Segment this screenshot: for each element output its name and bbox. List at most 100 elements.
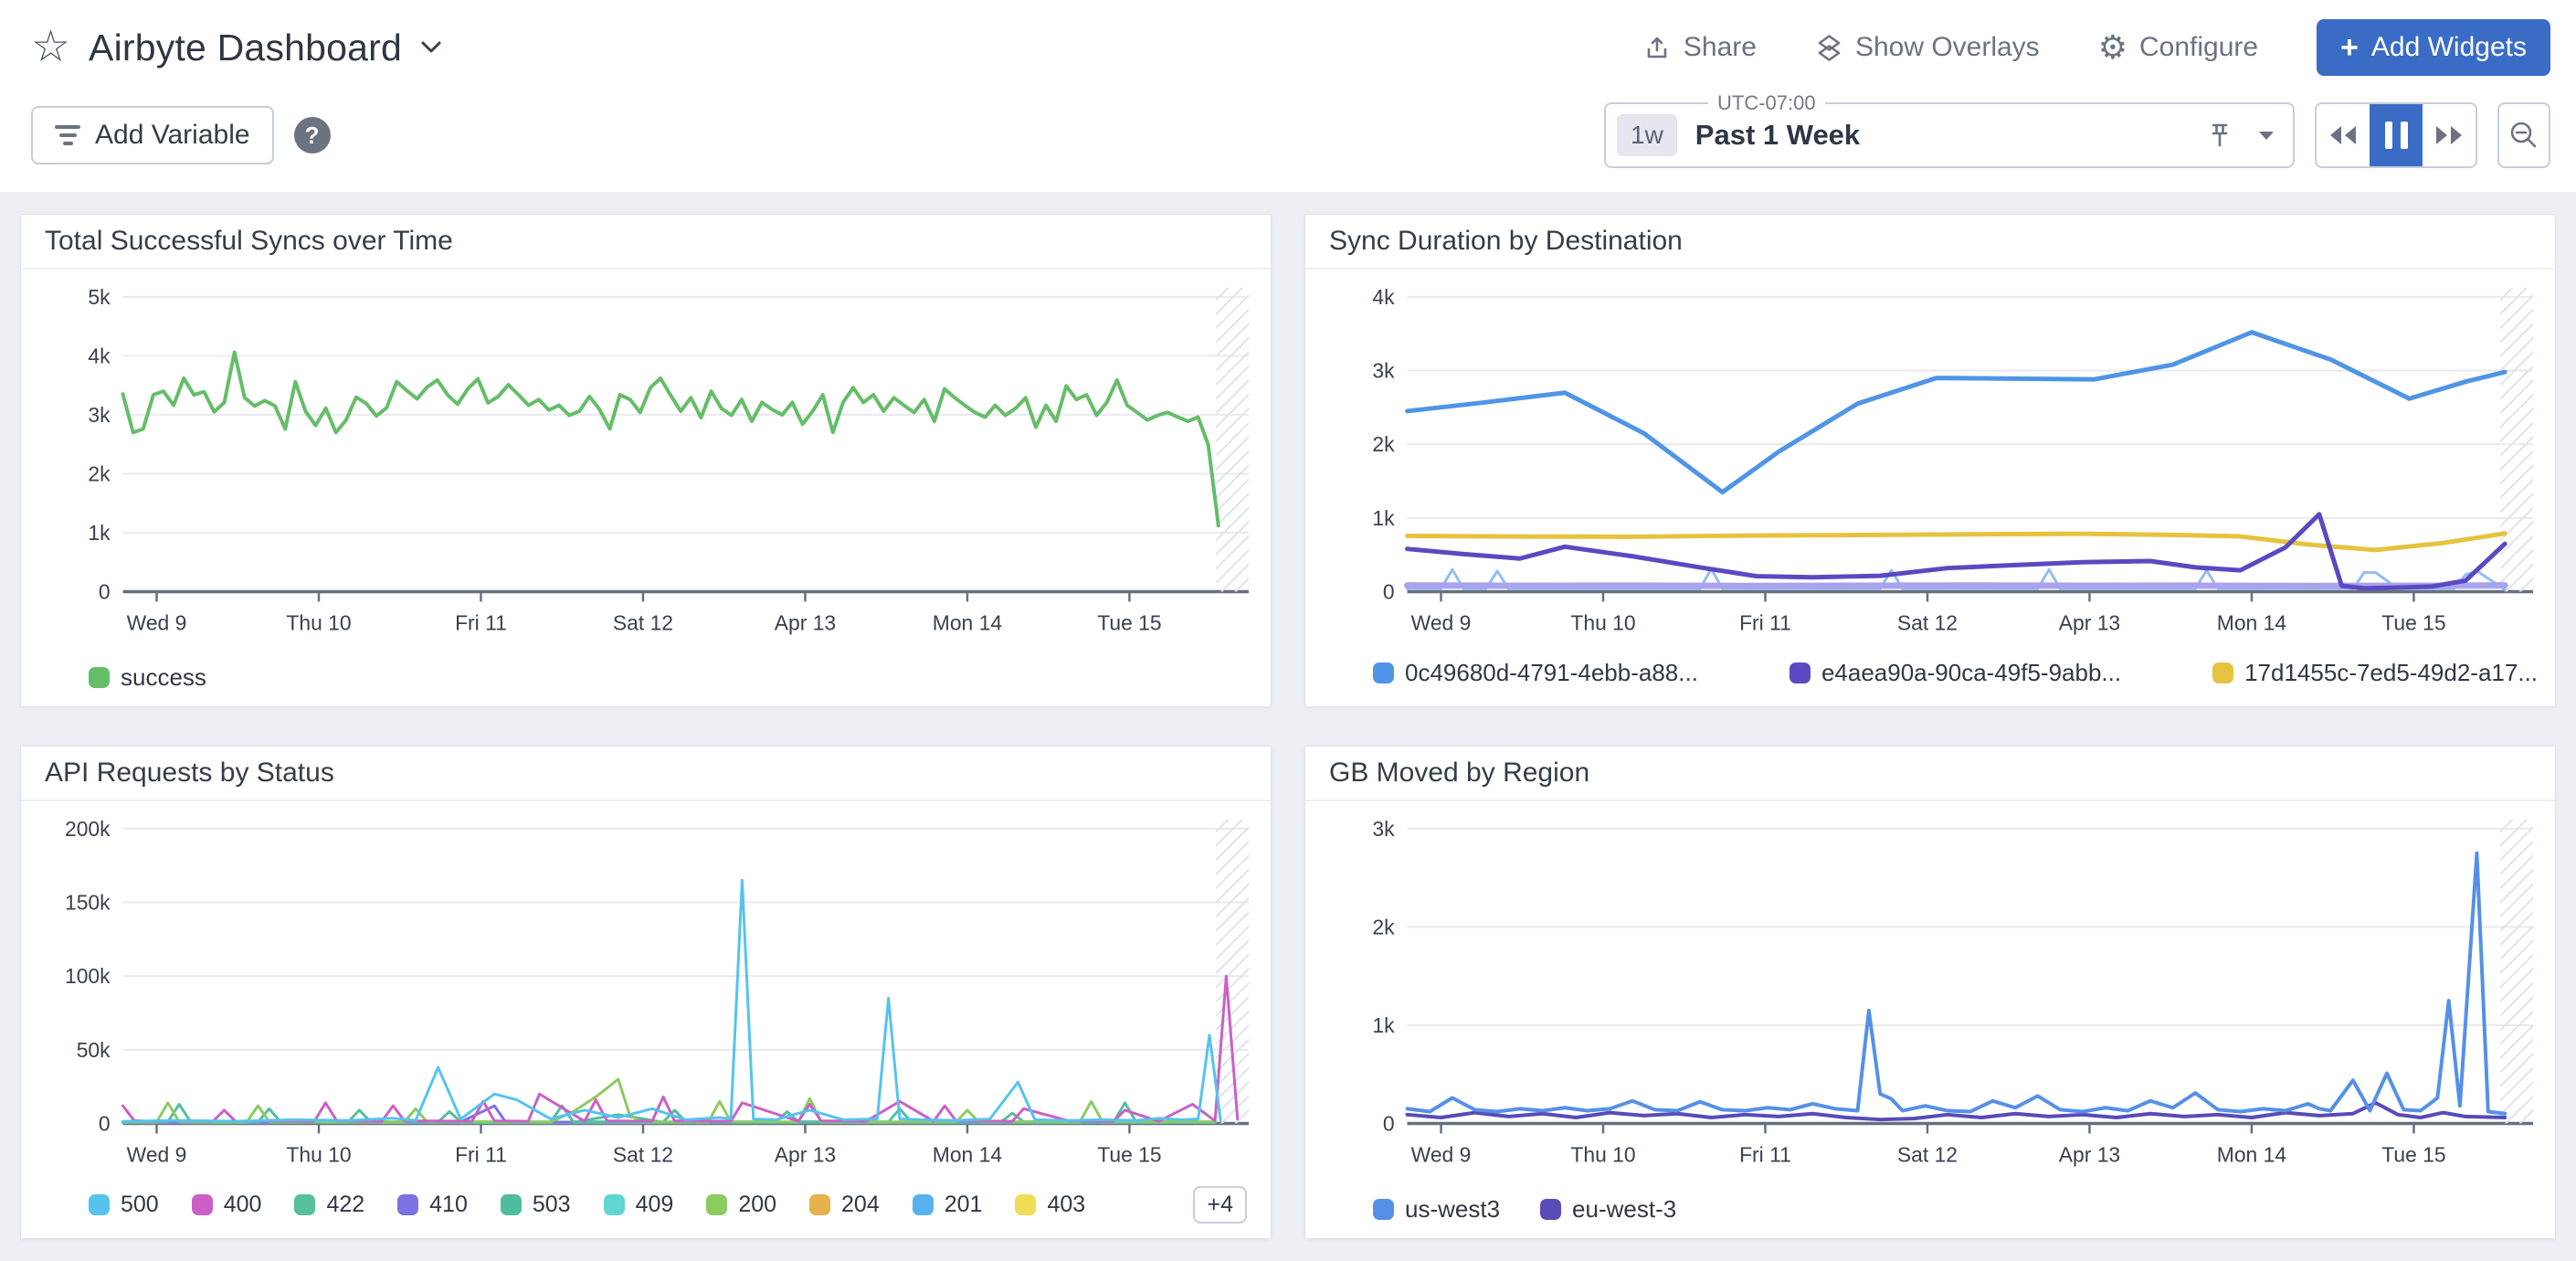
legend-label: 400 [224,1192,262,1218]
legend-item[interactable]: 503 [501,1192,571,1218]
line-chart[interactable]: 5k4k3k2k1k0Wed 9Thu 10Fri 11Sat 12Apr 13… [21,277,1271,648]
x-tick-label: Tue 15 [1097,610,1161,634]
x-tick-label: Fri 11 [455,1142,507,1166]
legend-label: 204 [841,1192,880,1218]
legend-item[interactable]: 409 [604,1192,674,1218]
configure-label: Configure [2139,32,2258,63]
zoom-out-icon [2507,119,2540,152]
widget-title[interactable]: GB Moved by Region [1305,747,2555,801]
chart-canvas[interactable]: 200k150k100k50k0Wed 9Thu 10Fri 11Sat 12A… [21,809,1271,1180]
line-chart[interactable]: 3k2k1k0Wed 9Thu 10Fri 11Sat 12Apr 13Mon … [1305,809,2555,1180]
legend-swatch [706,1194,727,1215]
line-chart[interactable]: 200k150k100k50k0Wed 9Thu 10Fri 11Sat 12A… [21,809,1271,1180]
widget-title[interactable]: Sync Duration by Destination [1305,215,2555,270]
zoom-out-button[interactable] [2497,102,2550,168]
time-range-picker[interactable]: UTC-07:00 1w Past 1 Week [1604,102,2295,168]
legend-swatch [89,1194,110,1215]
legend-item[interactable]: eu-west-3 [1540,1195,1676,1224]
legend-item[interactable]: 201 [913,1192,983,1218]
x-tick-label: Wed 9 [127,1142,187,1166]
show-overlays-button[interactable]: Show Overlays [1815,32,2040,63]
live-edge-hatch [2500,820,2533,1124]
configure-button[interactable]: ⚙ Configure [2098,31,2258,64]
x-tick-label: Thu 10 [1570,1142,1635,1166]
legend-item[interactable]: success [89,663,206,692]
x-tick-label: Wed 9 [1411,610,1472,634]
add-widgets-button[interactable]: + Add Widgets [2317,19,2550,76]
y-tick-label: 1k [88,521,111,545]
legend-label: e4aea90a-90ca-49f5-9abb... [1821,659,2121,687]
x-tick-label: Sat 12 [613,1142,673,1166]
chart-legend: 0c49680d-4791-4ebb-a88... e4aea90a-90ca-4… [1373,654,2531,692]
y-tick-label: 0 [1383,1111,1395,1135]
x-tick-label: Fri 11 [455,610,507,634]
widget-sync-duration: Sync Duration by Destination 4k3k2k1k0We… [1304,214,2556,707]
legend-item[interactable]: 204 [809,1192,880,1218]
legend-swatch [501,1194,522,1215]
y-tick-label: 0 [1383,579,1395,603]
chart-canvas[interactable]: 4k3k2k1k0Wed 9Thu 10Fri 11Sat 12Apr 13Mo… [1305,277,2555,648]
chart-legend: us-west3 eu-west-3 [1373,1195,2531,1224]
legend-item[interactable]: 0c49680d-4791-4ebb-a88... [1373,659,1698,687]
y-tick-label: 100k [65,964,111,988]
y-tick-label: 150k [65,891,111,915]
y-tick-label: 4k [88,344,111,367]
header: ☆ Airbyte Dashboard Share Show Overlays … [0,0,2576,192]
chart-canvas[interactable]: 5k4k3k2k1k0Wed 9Thu 10Fri 11Sat 12Apr 13… [21,277,1271,648]
timezone-label: UTC-07:00 [1708,91,1825,115]
y-tick-label: 3k [1372,817,1395,841]
line-chart[interactable]: 4k3k2k1k0Wed 9Thu 10Fri 11Sat 12Apr 13Mo… [1305,277,2555,648]
legend-item[interactable]: 422 [294,1192,364,1218]
time-forward-button[interactable] [2423,104,2476,166]
y-tick-label: 1k [1372,1013,1395,1037]
pause-button[interactable] [2370,104,2423,166]
time-backward-button[interactable] [2317,104,2370,166]
plus-icon: + [2340,32,2359,63]
legend-item[interactable]: 410 [397,1192,468,1218]
y-tick-label: 2k [1372,915,1395,938]
x-tick-label: Sat 12 [1897,1142,1958,1166]
chart-canvas[interactable]: 3k2k1k0Wed 9Thu 10Fri 11Sat 12Apr 13Mon … [1305,809,2555,1180]
legend-item[interactable]: 200 [706,1192,776,1218]
legend-label: success [121,663,206,692]
x-tick-label: Apr 13 [775,1142,836,1166]
add-variable-button[interactable]: Add Variable [31,106,274,164]
widget-title[interactable]: Total Successful Syncs over Time [21,215,1271,270]
help-icon[interactable]: ? [294,117,331,154]
live-edge-hatch [1216,288,1249,592]
time-picker-icons [2207,122,2275,149]
caret-down-icon[interactable] [2258,131,2275,141]
legend-item[interactable]: us-west3 [1373,1195,1500,1224]
pin-icon[interactable] [2207,122,2233,149]
gear-icon: ⚙ [2098,31,2127,64]
add-variable-label: Add Variable [95,120,250,151]
legend-item[interactable]: 17d1455c-7ed5-49d2-a17... [2212,659,2538,687]
dashboard-page: ☆ Airbyte Dashboard Share Show Overlays … [0,0,2576,1261]
time-range-label: Past 1 Week [1695,119,1860,152]
legend-item[interactable]: 403 [1015,1192,1085,1218]
favorite-star-icon[interactable]: ☆ [31,26,70,69]
x-tick-label: Fri 11 [1739,610,1791,634]
x-tick-label: Apr 13 [2059,1142,2120,1166]
legend-label: 410 [429,1192,468,1218]
legend-item[interactable]: e4aea90a-90ca-49f5-9abb... [1789,659,2121,687]
legend-overflow-pill[interactable]: +4 [1193,1186,1247,1224]
time-range-shortcut[interactable]: 1w [1617,114,1677,156]
title-chevron-down-icon[interactable] [420,40,442,55]
legend-label: 403 [1047,1192,1085,1218]
share-button[interactable]: Share [1643,32,1757,63]
widget-grid: Total Successful Syncs over Time 5k4k3k2… [0,192,2576,1261]
legend-label: 422 [326,1192,364,1218]
series-400 [123,976,1238,1121]
overlays-icon [1815,34,1843,62]
x-tick-label: Wed 9 [127,610,187,634]
time-step-group [2315,102,2477,168]
x-tick-label: Thu 10 [286,1142,351,1166]
legend-item[interactable]: 400 [192,1192,262,1218]
x-tick-label: Apr 13 [2059,610,2120,634]
widget-title[interactable]: API Requests by Status [21,747,1271,801]
legend-swatch [1540,1199,1561,1220]
legend-swatch [89,667,110,688]
legend-item[interactable]: 500 [89,1192,159,1218]
y-tick-label: 3k [1372,359,1395,383]
